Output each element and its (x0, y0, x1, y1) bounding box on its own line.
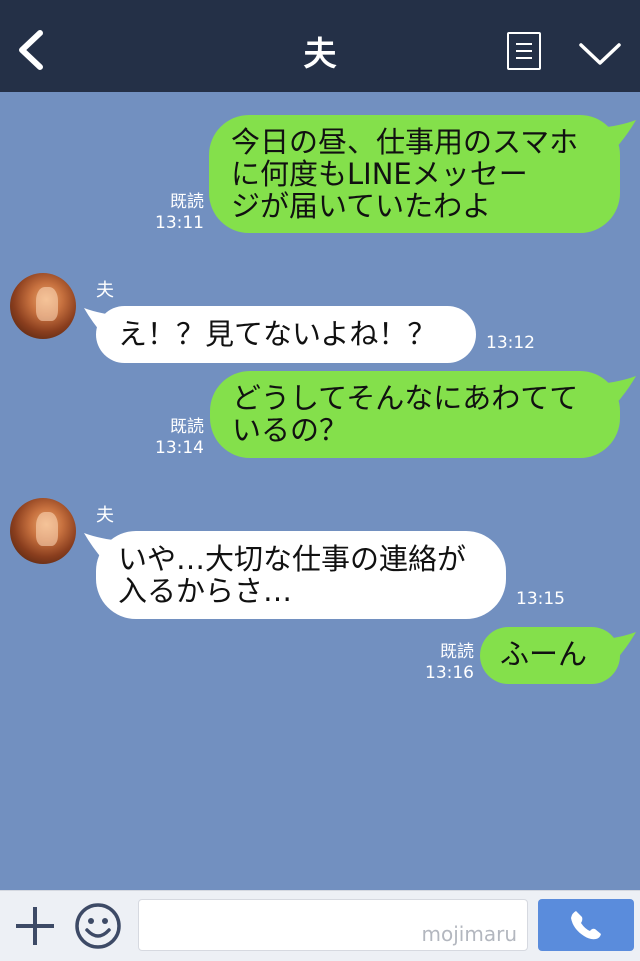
avatar[interactable] (10, 498, 76, 564)
read-receipt: 既読 13:16 (420, 642, 474, 684)
sender-name: 夫 (96, 280, 114, 301)
message-line: え！？見てないよね！？ (118, 317, 437, 351)
phone-icon (571, 911, 601, 940)
message-input[interactable]: mojimaru (138, 899, 528, 951)
bubble-tail (598, 632, 636, 660)
chat-title: 夫 (303, 34, 337, 73)
message-line: いや…大切な仕事の連絡が (118, 542, 467, 576)
message-line: いるの？ (232, 413, 349, 447)
watermark-text: mojimaru (421, 922, 517, 946)
bubble-tail (598, 120, 636, 148)
my-message-bubble[interactable]: 今日の昼、仕事用のスマホ に何度もLINEメッセー ジが届いていたわよ (209, 115, 620, 233)
message-line: 今日の昼、仕事用のスマホ (231, 125, 579, 159)
input-bar: mojimaru (0, 890, 640, 961)
read-label: 既読 (440, 642, 474, 662)
read-receipt: 既読 13:14 (150, 417, 204, 459)
their-message-bubble[interactable]: え！？見てないよね！？ (96, 306, 476, 363)
read-label: 既読 (170, 192, 204, 212)
call-button[interactable] (538, 899, 634, 951)
menu-list-icon[interactable] (507, 32, 541, 70)
bubble-tail (598, 376, 636, 404)
message-time: 13:16 (425, 663, 474, 683)
message-line: どうしてそんなにあわてて (232, 381, 579, 415)
avatar[interactable] (10, 273, 76, 339)
chevron-down-icon[interactable] (578, 40, 622, 68)
read-label: 既読 (170, 417, 204, 437)
message-line: に何度もLINEメッセー (231, 157, 528, 191)
chat-header: 夫 (0, 0, 640, 92)
sender-name: 夫 (96, 505, 114, 526)
their-message-bubble[interactable]: いや…大切な仕事の連絡が 入るからさ… (96, 531, 506, 619)
message-time: 13:11 (155, 213, 204, 233)
my-message-bubble[interactable]: どうしてそんなにあわてて いるの？ (210, 371, 620, 458)
plus-icon[interactable] (14, 905, 56, 947)
message-line: 入るからさ… (118, 574, 293, 608)
message-time: 13:15 (516, 589, 565, 609)
message-line: ジが届いていたわよ (231, 189, 492, 223)
read-receipt: 既読 13:11 (150, 192, 204, 234)
emoji-icon[interactable] (74, 902, 122, 950)
message-time: 13:14 (155, 438, 204, 458)
message-time: 13:12 (486, 333, 535, 353)
